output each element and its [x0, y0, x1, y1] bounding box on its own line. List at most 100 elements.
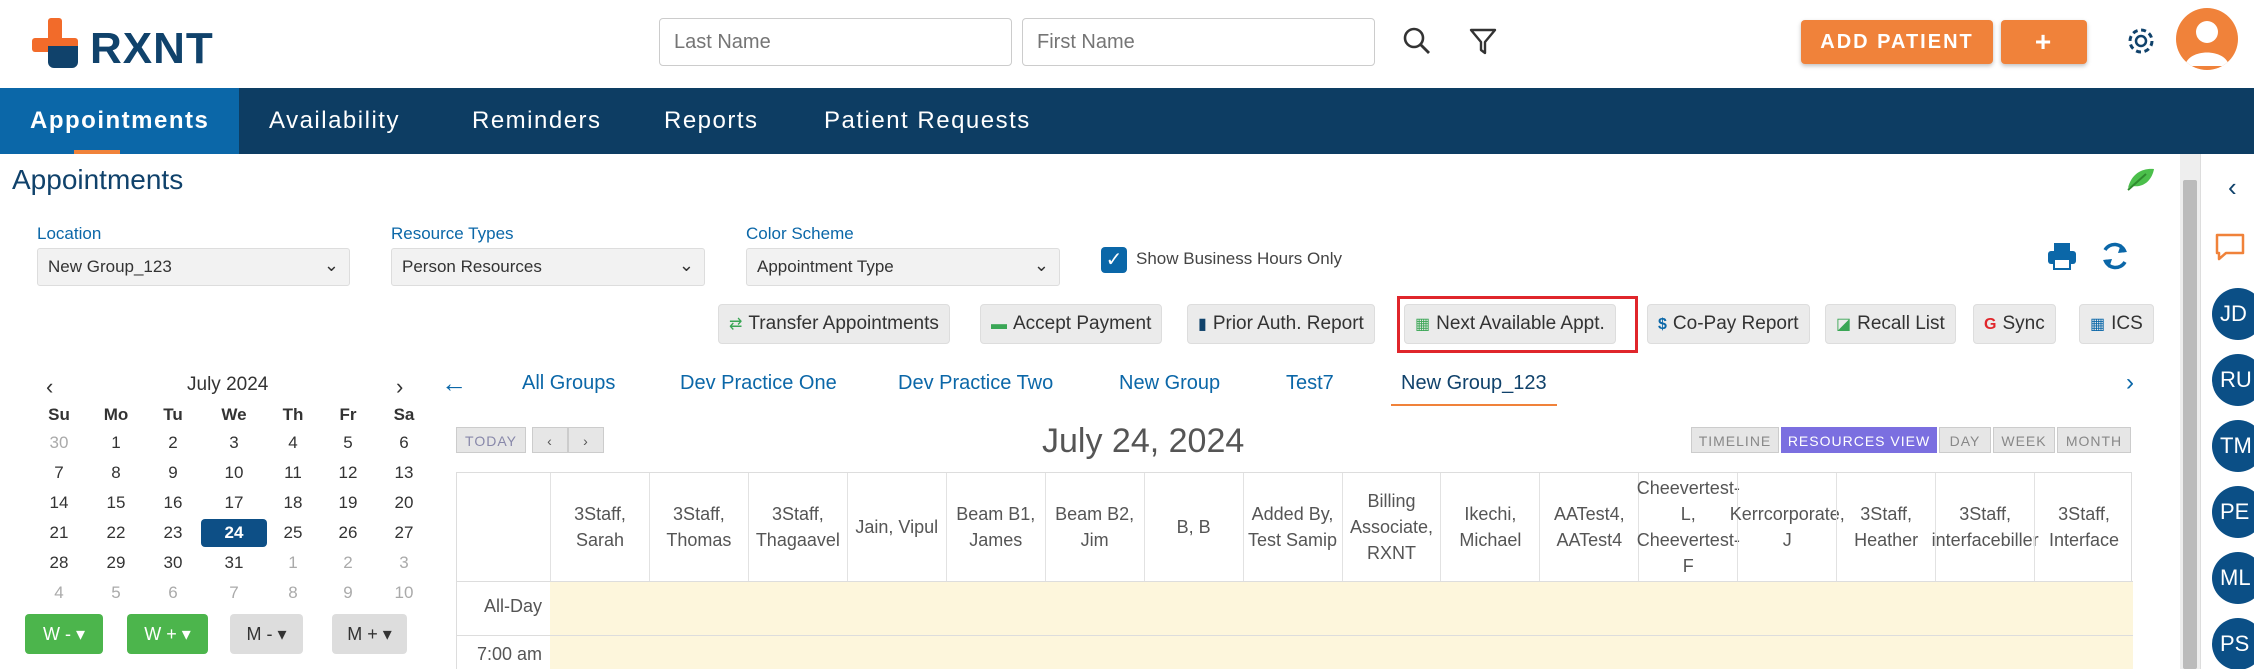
resource-column-header[interactable]: AATest4, AATest4 [1539, 473, 1638, 581]
nav-availability[interactable]: Availability [269, 88, 400, 154]
calendar-day[interactable]: 29 [93, 553, 139, 573]
calendar-day[interactable]: 20 [381, 493, 427, 513]
chat-icon[interactable] [2214, 232, 2246, 267]
co-pay-report-button[interactable]: $ Co-Pay Report [1647, 304, 1810, 344]
calendar-day[interactable]: 22 [93, 523, 139, 543]
calendar-day[interactable]: 6 [381, 433, 427, 453]
resource-column-header[interactable]: Ikechi, Michael [1440, 473, 1539, 581]
calendar-day[interactable]: 30 [36, 433, 82, 453]
view-resources[interactable]: RESOURCES VIEW [1781, 427, 1937, 453]
rxnt-logo[interactable]: RXNT [32, 16, 232, 73]
calendar-day[interactable]: 4 [270, 433, 316, 453]
calendar-day[interactable]: 2 [325, 553, 371, 573]
tab-test7[interactable]: Test7 [1286, 372, 1334, 395]
calendar-day[interactable]: 2 [150, 433, 196, 453]
prev-day-icon[interactable]: ‹ [532, 427, 568, 453]
calendar-day[interactable]: 10 [381, 583, 427, 603]
gear-icon[interactable] [2124, 24, 2158, 61]
resource-column-header[interactable]: 3Staff, Thomas [648, 473, 748, 581]
filter-icon[interactable] [1468, 26, 1498, 59]
prev-month-icon[interactable]: ‹ [46, 374, 53, 400]
resource-column-header[interactable]: Billing Associate, RXNT [1341, 473, 1441, 581]
tab-new-group-123[interactable]: New Group_123 [1391, 372, 1557, 406]
location-select[interactable]: New Group_123 ⌄ [37, 248, 350, 286]
calendar-day[interactable]: 3 [211, 433, 257, 453]
tabs-next-icon[interactable]: › [2126, 369, 2134, 397]
recall-list-button[interactable]: ◪ Recall List [1825, 304, 1956, 344]
first-name-input[interactable] [1022, 18, 1375, 66]
calendar-day[interactable]: 13 [381, 463, 427, 483]
calendar-day[interactable]: 25 [270, 523, 316, 543]
tab-dev-practice-two[interactable]: Dev Practice Two [898, 372, 1053, 395]
calendar-day[interactable]: 8 [93, 463, 139, 483]
color-scheme-select[interactable]: Appointment Type ⌄ [746, 248, 1060, 286]
calendar-day[interactable]: 17 [211, 493, 257, 513]
resource-column-header[interactable]: Beam B2, Jim [1044, 473, 1144, 581]
calendar-day[interactable]: 11 [270, 463, 316, 483]
calendar-day[interactable]: 16 [150, 493, 196, 513]
ics-button[interactable]: ▦ ICS [2079, 304, 2154, 344]
calendar-day[interactable]: 24 [201, 519, 267, 547]
resource-column-header[interactable]: 3Staff, Sarah [550, 473, 649, 581]
calendar-day[interactable]: 15 [93, 493, 139, 513]
tab-dev-practice-one[interactable]: Dev Practice One [680, 372, 837, 395]
calendar-day[interactable]: 21 [36, 523, 82, 543]
today-button[interactable]: TODAY [456, 427, 526, 453]
print-icon[interactable] [2046, 240, 2078, 277]
accept-payment-button[interactable]: ▬ Accept Payment [980, 304, 1163, 344]
resource-column-header[interactable]: 3Staff, Thagaavel [747, 473, 847, 581]
rail-user-avatar[interactable]: PS [2212, 618, 2254, 669]
sync-button[interactable]: G Sync [1973, 304, 2056, 344]
nav-reminders[interactable]: Reminders [472, 88, 602, 154]
add-patient-button[interactable]: ADD PATIENT [1801, 20, 1993, 64]
view-day[interactable]: DAY [1939, 427, 1991, 453]
collapse-chevron-icon[interactable]: ‹ [2228, 172, 2237, 203]
calendar-day[interactable]: 4 [36, 583, 82, 603]
user-avatar[interactable] [2176, 8, 2238, 70]
resource-column-header[interactable]: B, B [1143, 473, 1243, 581]
month-minus-button[interactable]: M - ▾ [230, 614, 303, 654]
calendar-day[interactable]: 1 [270, 553, 316, 573]
next-day-icon[interactable]: › [568, 427, 604, 453]
business-hours-checkbox[interactable]: ✓ [1101, 247, 1127, 273]
calendar-day[interactable]: 9 [150, 463, 196, 483]
add-plus-button[interactable]: + [2001, 20, 2087, 64]
nav-patient-requests[interactable]: Patient Requests [824, 88, 1031, 154]
calendar-day[interactable]: 6 [150, 583, 196, 603]
view-month[interactable]: MONTH [2057, 427, 2131, 453]
calendar-day[interactable]: 10 [211, 463, 257, 483]
resource-column-header[interactable]: Added By, Test Samip [1242, 473, 1342, 581]
calendar-day[interactable]: 12 [325, 463, 371, 483]
resource-column-header[interactable]: Cheevertest-L, Cheevertest-F [1637, 473, 1740, 581]
nav-appointments[interactable]: Appointments [0, 88, 240, 154]
tabs-back-arrow-icon[interactable]: ← [441, 368, 467, 399]
calendar-day[interactable]: 7 [36, 463, 82, 483]
tab-new-group[interactable]: New Group [1119, 372, 1220, 395]
search-icon[interactable] [1402, 26, 1432, 59]
view-timeline[interactable]: TIMELINE [1691, 427, 1779, 453]
resource-column-header[interactable]: Kerrcorporate, J [1730, 473, 1845, 581]
resource-column-header[interactable]: Beam B1, James [945, 473, 1045, 581]
resource-column-header[interactable]: 3Staff, interfacebiller [1932, 473, 2039, 581]
resource-column-header[interactable]: 3Staff, Interface [2034, 473, 2133, 581]
calendar-day[interactable]: 5 [93, 583, 139, 603]
resource-column-header[interactable]: Jain, Vipul [846, 473, 946, 581]
calendar-day[interactable]: 28 [36, 553, 82, 573]
calendar-day[interactable]: 23 [150, 523, 196, 543]
all-day-cells[interactable] [550, 582, 2133, 635]
next-month-icon[interactable]: › [396, 374, 403, 400]
scrollbar-thumb[interactable] [2183, 180, 2197, 669]
resource-column-header[interactable]: 3Staff, Heather [1836, 473, 1935, 581]
calendar-day[interactable]: 30 [150, 553, 196, 573]
refresh-icon[interactable] [2099, 240, 2131, 277]
last-name-input[interactable] [659, 18, 1012, 66]
resource-types-select[interactable]: Person Resources ⌄ [391, 248, 705, 286]
calendar-day[interactable]: 5 [325, 433, 371, 453]
calendar-day[interactable]: 18 [270, 493, 316, 513]
calendar-day[interactable]: 27 [381, 523, 427, 543]
prior-auth-report-button[interactable]: ▮ Prior Auth. Report [1187, 304, 1375, 344]
week-plus-button[interactable]: W + ▾ [127, 614, 208, 654]
calendar-day[interactable]: 7 [211, 583, 257, 603]
tab-all-groups[interactable]: All Groups [522, 372, 615, 395]
month-plus-button[interactable]: M + ▾ [332, 614, 407, 654]
